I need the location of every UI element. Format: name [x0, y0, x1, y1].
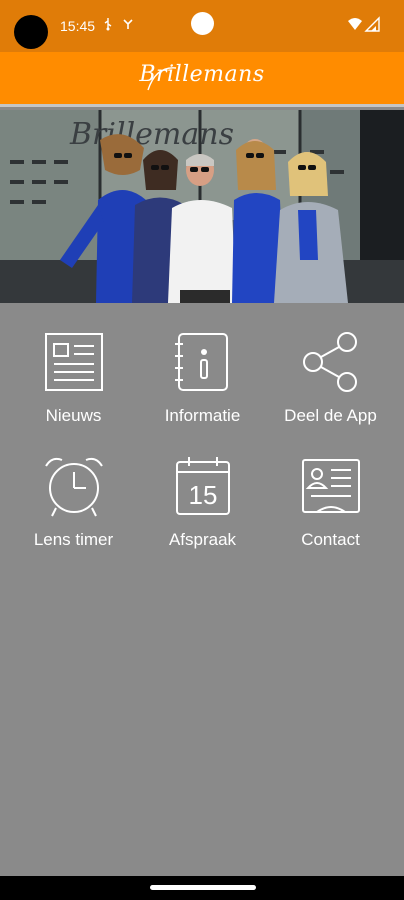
wifi-icon — [348, 18, 362, 30]
menu-label: Contact — [301, 530, 360, 549]
menu-item-afspraak[interactable]: 15 Afspraak — [135, 454, 270, 574]
calendar-day: 15 — [188, 480, 217, 510]
system-nav-bar — [0, 876, 404, 900]
menu-label: Deel de App — [284, 406, 377, 425]
share-icon — [302, 332, 357, 392]
usb-icon — [103, 17, 113, 34]
front-camera — [14, 15, 48, 49]
status-time: 15:45 — [60, 18, 96, 34]
menu-item-deel-de-app[interactable]: Deel de App — [263, 330, 398, 450]
menu-item-informatie[interactable]: Informatie — [135, 330, 270, 450]
status-right-icons — [346, 16, 386, 39]
alarm-clock-icon — [44, 457, 103, 517]
network-icon — [122, 17, 134, 34]
calendar-icon: 15 — [175, 457, 230, 515]
info-book-icon — [174, 333, 228, 391]
contact-card-icon — [301, 459, 360, 513]
status-indicator — [191, 12, 214, 35]
menu-item-lens-timer[interactable]: Lens timer — [6, 454, 141, 574]
home-gesture-bar[interactable] — [150, 885, 256, 890]
status-bar: 15:45 — [0, 0, 404, 52]
signal-icon — [364, 16, 380, 32]
app-header: Brillemans — [0, 52, 404, 107]
hero-photo: Brillemans — [0, 110, 404, 303]
menu-item-nieuws[interactable]: Nieuws — [6, 330, 141, 450]
menu-item-contact[interactable]: Contact — [263, 454, 398, 574]
brand-logo: Brillemans — [139, 62, 265, 87]
svg-text:Brillemans: Brillemans — [69, 117, 234, 152]
menu-label: Lens timer — [33, 530, 114, 549]
menu-label: Afspraak — [168, 530, 237, 549]
newspaper-icon — [44, 333, 103, 391]
menu-label: Informatie — [164, 406, 241, 425]
menu-label: Nieuws — [45, 406, 102, 425]
